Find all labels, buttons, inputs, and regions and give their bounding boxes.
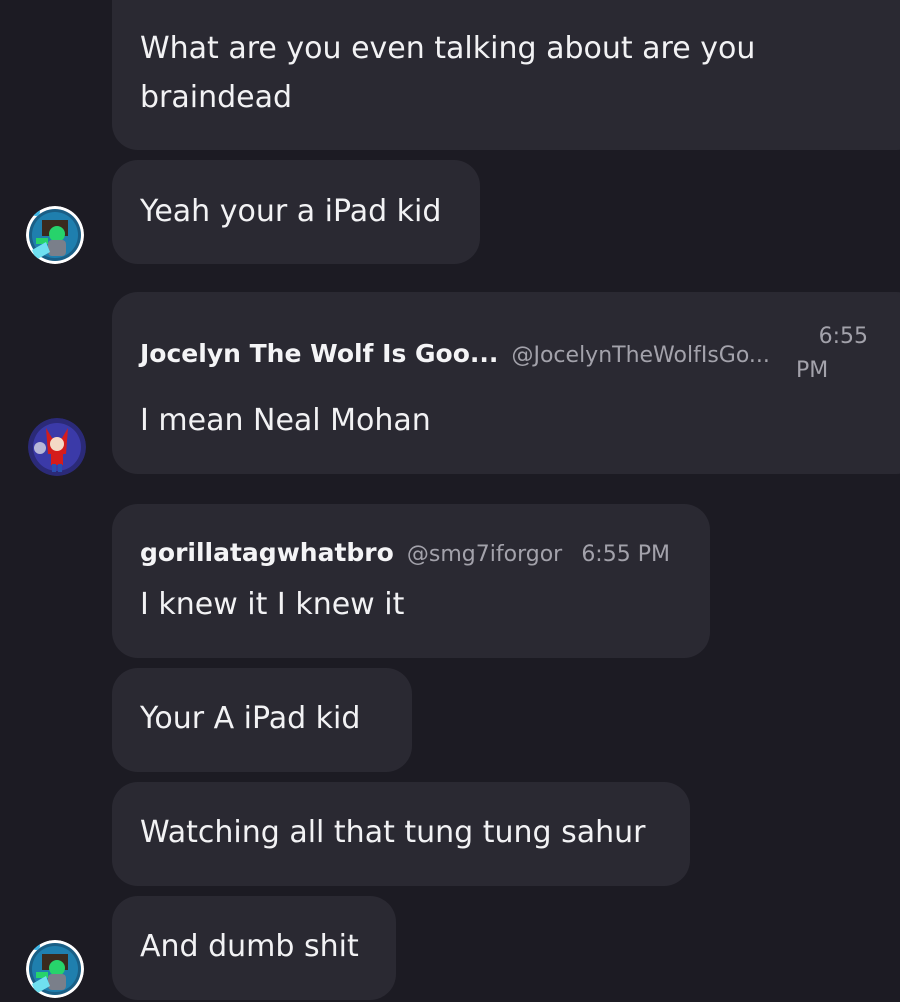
message-text: Watching all that tung tung sahur bbox=[140, 815, 646, 850]
message-bubble[interactable]: gorillatagwhatbro @smg7iforgor 6:55 PM I… bbox=[112, 504, 710, 658]
user-avatar[interactable] bbox=[26, 940, 84, 998]
cartoon-character-avatar-icon bbox=[26, 206, 84, 264]
message-text: I mean Neal Mohan bbox=[140, 403, 431, 438]
message-text: Yeah your a iPad kid bbox=[140, 194, 442, 229]
user-avatar[interactable] bbox=[26, 206, 84, 264]
message-text-line: What are you even talking about are you bbox=[140, 31, 756, 66]
message-timestamp: 6:55 PM bbox=[581, 542, 670, 567]
anime-wolf-girl-avatar-icon bbox=[28, 418, 86, 476]
message-timestamp: 6:55 bbox=[818, 324, 868, 349]
user-avatar[interactable] bbox=[28, 418, 86, 476]
message-text: I knew it I knew it bbox=[140, 587, 405, 622]
message-text: And dumb shit bbox=[140, 929, 359, 964]
cartoon-character-avatar-icon bbox=[26, 940, 84, 998]
message-bubble[interactable]: Watching all that tung tung sahur bbox=[112, 782, 690, 886]
message-bubble[interactable]: What are you even talking about are you … bbox=[112, 0, 900, 150]
message-bubble[interactable]: Yeah your a iPad kid bbox=[112, 160, 480, 264]
message-author[interactable]: gorillatagwhatbro bbox=[140, 538, 394, 567]
message-text: Your A iPad kid bbox=[140, 701, 361, 736]
message-bubble[interactable]: Jocelyn The Wolf Is Goo... @JocelynTheWo… bbox=[112, 292, 900, 474]
message-author[interactable]: Jocelyn The Wolf Is Goo... bbox=[140, 339, 498, 368]
chat-message-list[interactable]: What are you even talking about are you … bbox=[0, 0, 900, 1002]
message-timestamp: PM bbox=[796, 358, 829, 383]
message-handle[interactable]: @JocelynTheWolfIsGo... bbox=[511, 343, 769, 368]
message-handle[interactable]: @smg7iforgor bbox=[407, 542, 562, 567]
message-bubble[interactable]: Your A iPad kid bbox=[112, 668, 412, 772]
message-bubble[interactable]: And dumb shit bbox=[112, 896, 396, 1000]
message-text-line: braindead bbox=[140, 80, 293, 115]
